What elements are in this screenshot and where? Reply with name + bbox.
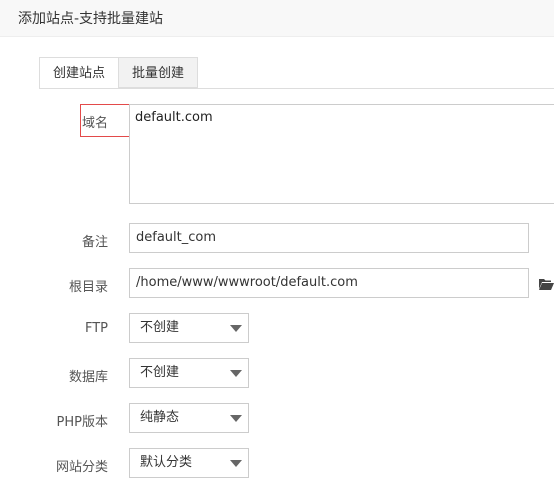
remark-input[interactable]: default_com [129,223,529,253]
database-select[interactable]: 不创建 [129,358,249,388]
site-category-selected-value: 默认分类 [140,455,193,470]
folder-open-icon[interactable] [538,277,554,291]
dialog-titlebar: 添加站点-支持批量建站 [0,0,554,37]
caret-down-icon [230,370,242,377]
php-version-label: PHP版本 [56,415,108,430]
caret-down-icon [230,325,242,332]
site-category-label: 网站分类 [55,460,108,475]
domain-value: default.com [135,110,213,125]
ftp-selected-value: 不创建 [140,320,180,335]
root-dir-input[interactable]: /home/www/wwwroot/default.com [129,268,529,298]
root-dir-label: 根目录 [68,280,108,295]
caret-down-icon [230,415,242,422]
ftp-select[interactable]: 不创建 [129,313,249,343]
tab-create-site[interactable]: 创建站点 [39,57,119,89]
domain-label: 域名 [81,116,108,131]
database-selected-value: 不创建 [140,365,180,380]
caret-down-icon [230,460,242,467]
remark-label: 备注 [81,235,108,250]
tab-batch-create[interactable]: 批量创建 [118,57,198,88]
php-version-selected-value: 纯静态 [140,410,180,425]
site-category-select[interactable]: 默认分类 [129,448,249,478]
php-version-select[interactable]: 纯静态 [129,403,249,433]
tab-divider [39,88,554,89]
ftp-label: FTP [84,321,108,336]
database-label: 数据库 [68,370,108,385]
dialog-title: 添加站点-支持批量建站 [18,11,164,27]
